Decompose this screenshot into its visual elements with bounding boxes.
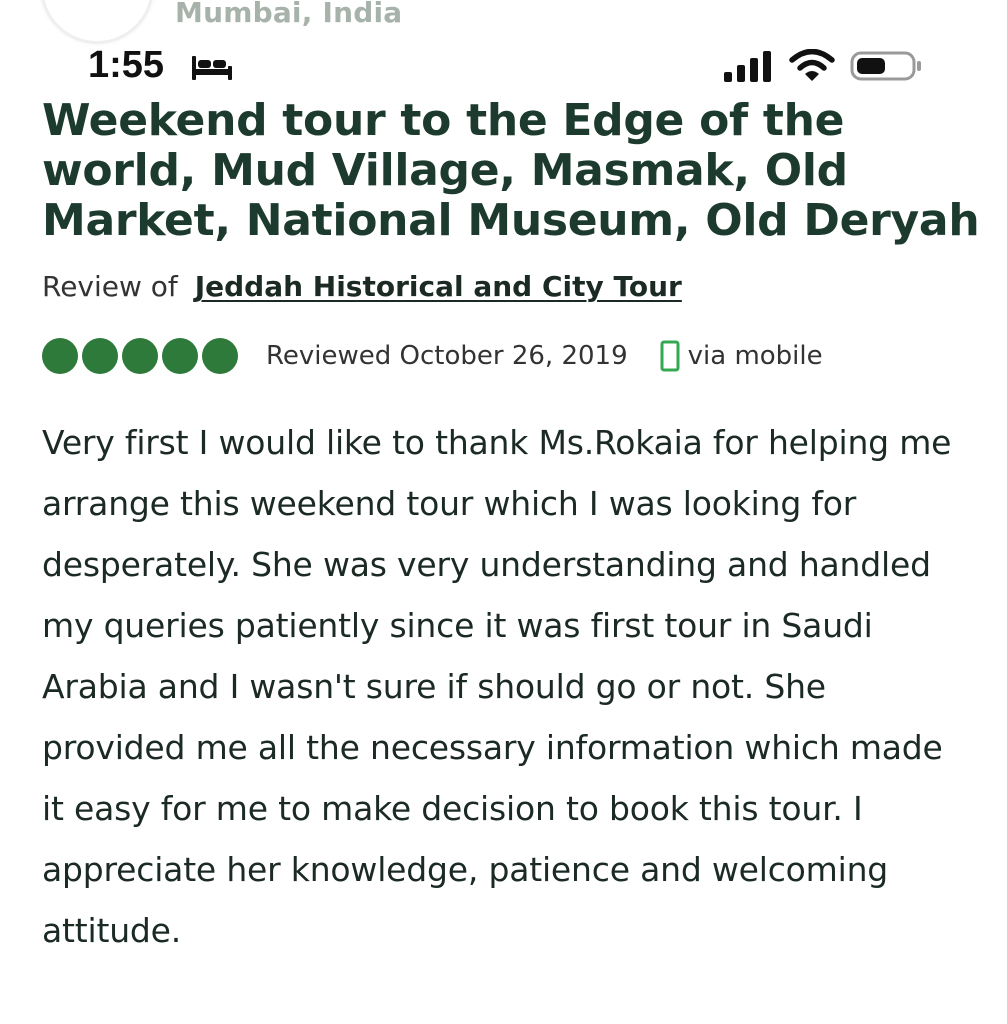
review-title: Weekend tour to the Edge of the world, M… [42, 95, 980, 246]
rating-bubble-icon [82, 338, 118, 374]
sleep-bed-icon [192, 56, 232, 80]
reviewer-profile-header: Mumbai, India [0, 0, 1007, 44]
rating-bubble-icon [202, 338, 238, 374]
wifi-icon [789, 49, 835, 81]
reviewer-avatar[interactable] [40, 0, 154, 44]
via-mobile-label: via mobile [687, 341, 823, 371]
reviewer-location: Mumbai, India [175, 0, 403, 29]
rating-row: Reviewed October 26, 2019 via mobile [42, 336, 982, 376]
battery-icon [850, 51, 921, 81]
rating-bubble-icon [162, 338, 198, 374]
review-of-label: Review of [42, 270, 178, 303]
review-body: Very first I would like to thank Ms.Roka… [42, 423, 952, 950]
attraction-link[interactable]: Jeddah Historical and City Tour [195, 270, 682, 303]
bubble-rating [42, 338, 238, 374]
rating-bubble-icon [42, 338, 78, 374]
ios-status-bar: 1:55 [0, 40, 1007, 96]
rating-bubble-icon [122, 338, 158, 374]
mobile-phone-icon [660, 340, 680, 372]
review-of-line: Review of Jeddah Historical and City Tou… [42, 270, 682, 303]
status-time: 1:55 [88, 44, 165, 86]
reviewed-date: Reviewed October 26, 2019 [266, 341, 628, 371]
cellular-signal-icon [724, 51, 771, 82]
